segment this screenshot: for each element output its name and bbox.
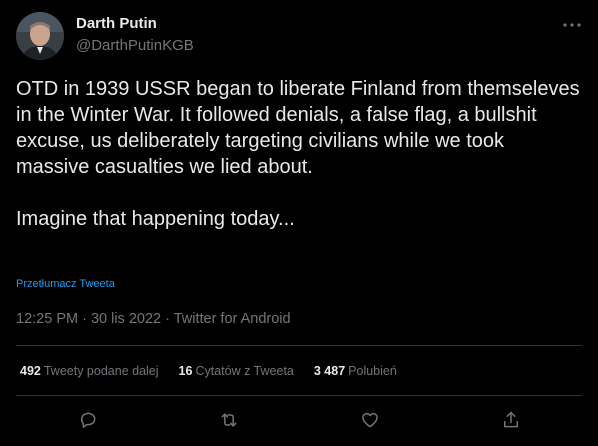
- user-handle[interactable]: @DarthPutinKGB: [76, 36, 194, 56]
- retweets-stat[interactable]: 492 Tweety podane dalej: [20, 362, 159, 380]
- retweets-count: 492: [20, 364, 41, 378]
- tweet-paragraph: Imagine that happening today...: [16, 208, 295, 230]
- avatar[interactable]: [16, 12, 64, 60]
- tweet-text: OTD in 1939 USSR began to liberate Finla…: [16, 76, 582, 232]
- retweet-icon[interactable]: [217, 408, 241, 432]
- tweet-card: Darth Putin @DarthPutinKGB OTD in 1939 U…: [0, 0, 598, 446]
- divider: [16, 395, 582, 396]
- likes-count: 3 487: [313, 364, 346, 378]
- action-bar: [0, 400, 598, 440]
- more-icon[interactable]: [558, 14, 586, 36]
- likes-label: Polubień: [348, 364, 397, 378]
- divider: [16, 345, 582, 346]
- quotes-stat[interactable]: 16 Cytatów z Tweeta: [179, 362, 294, 380]
- quotes-count: 16: [178, 364, 193, 378]
- engagement-stats: 492 Tweety podane dalej 16 Cytatów z Tweet…: [20, 362, 417, 380]
- retweets-label: Tweety podane dalej: [43, 364, 159, 378]
- heart-icon[interactable]: [358, 408, 382, 432]
- display-name[interactable]: Darth Putin: [76, 14, 157, 34]
- share-icon[interactable]: [499, 408, 523, 432]
- quotes-label: Cytatów z Tweeta: [195, 364, 294, 378]
- tweet-paragraph: OTD in 1939 USSR began to liberate Finla…: [16, 78, 580, 178]
- translate-link[interactable]: Przetłumacz Tweeta: [16, 277, 115, 291]
- reply-icon[interactable]: [76, 408, 100, 432]
- likes-stat[interactable]: 3 487 Polubień: [314, 362, 397, 380]
- tweet-timestamp[interactable]: 12:25 PM · 30 lis 2022 · Twitter for And…: [16, 309, 291, 329]
